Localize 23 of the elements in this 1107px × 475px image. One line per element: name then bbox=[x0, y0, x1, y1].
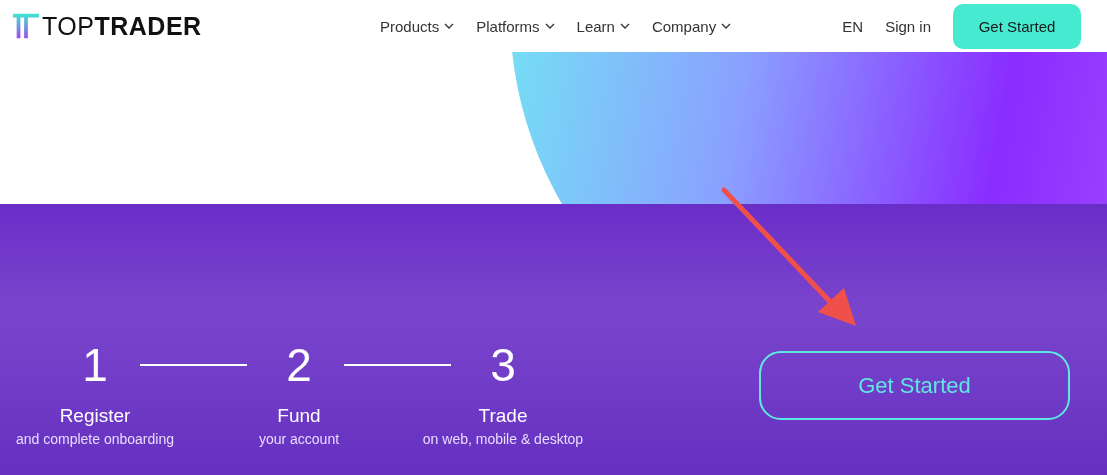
step-subtitle: on web, mobile & desktop bbox=[422, 431, 584, 447]
get-started-button[interactable]: Get Started bbox=[759, 351, 1070, 420]
step-subtitle: and complete onboarding bbox=[16, 431, 174, 447]
get-started-button[interactable]: Get Started bbox=[953, 3, 1081, 49]
logo-icon bbox=[12, 11, 40, 41]
nav-link[interactable]: Platforms bbox=[476, 17, 555, 35]
chevron-icon bbox=[619, 23, 630, 29]
language-link[interactable]: EN bbox=[842, 17, 864, 35]
step-subtitle: your account bbox=[258, 431, 340, 447]
nav-link[interactable]: Products bbox=[380, 17, 455, 35]
step-number: 1 bbox=[82, 338, 108, 392]
chevron-icon bbox=[544, 23, 555, 29]
logo-text: TOPTRADER bbox=[42, 11, 202, 41]
step-title: Fund bbox=[277, 405, 321, 427]
step-title: Trade bbox=[478, 405, 528, 427]
chevron-icon bbox=[444, 23, 455, 29]
nav-link[interactable]: Company bbox=[651, 17, 732, 35]
nav-link[interactable]: Learn bbox=[576, 17, 630, 35]
step-number: 2 bbox=[286, 338, 312, 392]
sign-in-link[interactable]: Sign in bbox=[885, 17, 931, 35]
step-number: 3 bbox=[490, 338, 516, 392]
chevron-icon bbox=[721, 23, 732, 29]
step-title: Register bbox=[59, 405, 131, 427]
